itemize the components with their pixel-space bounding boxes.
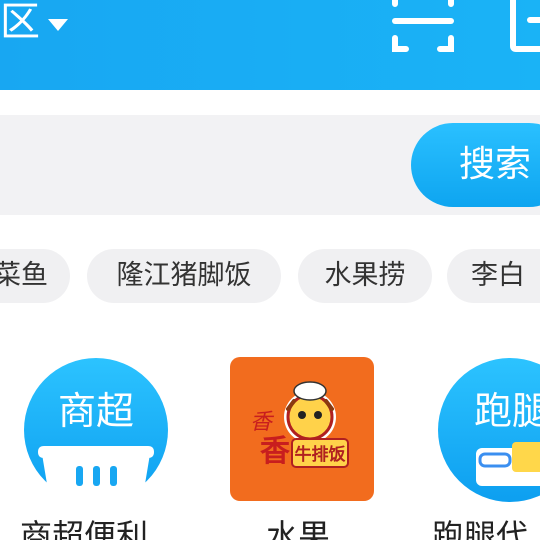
svg-text:香: 香 bbox=[260, 434, 290, 469]
dropdown-arrow-icon bbox=[48, 19, 68, 31]
district-selector[interactable]: 区 bbox=[0, 0, 68, 52]
app-screen: 区 搜索 菜鱼 隆江猪脚饭 水果捞 李白 商超 商超便利 香 香 牛排饭 水果 … bbox=[0, 0, 540, 540]
category-label: 商超便利 bbox=[20, 517, 149, 540]
steak-rice-logo[interactable]: 香 香 牛排饭 bbox=[230, 357, 374, 501]
district-label: 区 bbox=[0, 0, 40, 45]
category-label: 水果 bbox=[266, 517, 331, 540]
search-button[interactable]: 搜索 bbox=[411, 123, 540, 207]
hot-search-chip[interactable]: 菜鱼 bbox=[0, 249, 70, 303]
errand-icon[interactable]: 跑腿 bbox=[438, 358, 540, 502]
scan-icon[interactable] bbox=[392, 0, 454, 52]
top-bar: 区 bbox=[0, 0, 540, 90]
supermarket-basket-icon[interactable]: 商超 bbox=[24, 358, 168, 502]
svg-text:牛排饭: 牛排饭 bbox=[295, 444, 346, 465]
category-label: 跑腿代 bbox=[432, 517, 529, 540]
svg-text:香: 香 bbox=[250, 410, 275, 435]
svg-text:跑腿: 跑腿 bbox=[474, 389, 540, 433]
message-icon[interactable] bbox=[510, 0, 540, 52]
hot-search-chip[interactable]: 水果捞 bbox=[298, 249, 432, 303]
hot-search-chip[interactable]: 李白 bbox=[447, 249, 540, 303]
hot-search-chip[interactable]: 隆江猪脚饭 bbox=[87, 249, 281, 303]
icon-text: 商超 bbox=[58, 389, 134, 433]
